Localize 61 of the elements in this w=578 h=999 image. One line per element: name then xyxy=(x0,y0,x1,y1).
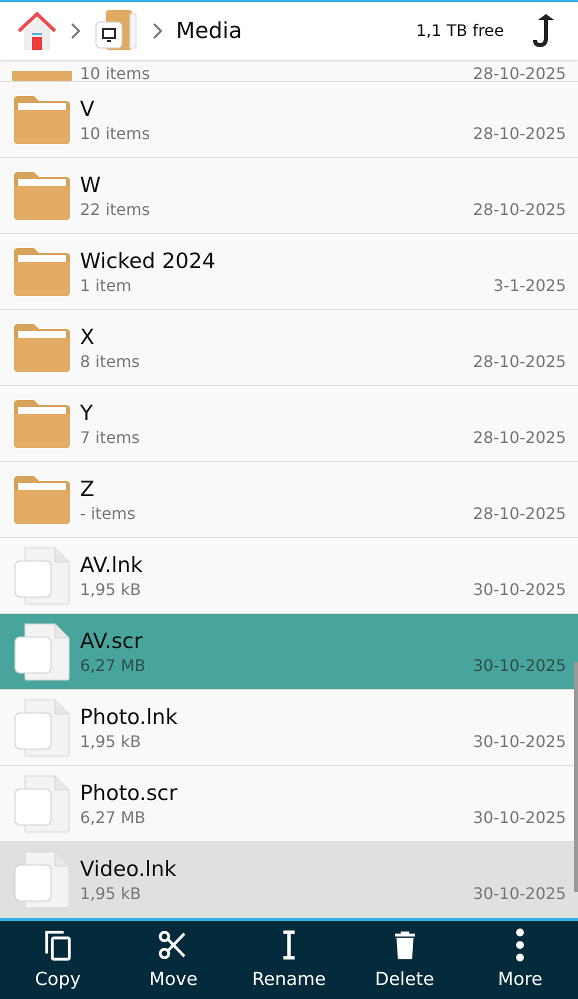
item-name: AV.scr xyxy=(80,628,144,654)
chevron-icon xyxy=(70,22,82,40)
item-detail: 6,27 MB xyxy=(80,654,146,676)
item-detail: 1,95 kB xyxy=(80,882,141,904)
item-date: 30-10-2025 xyxy=(473,806,566,828)
item-name: V xyxy=(80,96,96,122)
folder-icon xyxy=(12,71,72,81)
toolbar-button[interactable]: More xyxy=(462,921,578,999)
item-detail: 6,27 MB xyxy=(80,806,146,828)
item-name: X xyxy=(80,324,96,350)
file-icon xyxy=(13,622,71,680)
item-date: 30-10-2025 xyxy=(473,654,566,676)
folder-icon xyxy=(12,474,72,526)
toolbar-button[interactable]: Move xyxy=(116,921,232,999)
home-icon[interactable] xyxy=(16,10,58,52)
item-detail: 1 item xyxy=(80,274,132,296)
folder-icon xyxy=(12,170,72,222)
item-name: Video.lnk xyxy=(80,856,178,882)
item-detail: - items xyxy=(80,502,136,524)
folder-icon xyxy=(12,94,72,146)
item-date: 28-10-2025 xyxy=(473,502,566,524)
item-date: 28-10-2025 xyxy=(473,65,566,81)
breadcrumb-item[interactable]: Media xyxy=(176,14,242,48)
free-space-label: 1,1 TB free xyxy=(416,20,504,42)
item-name: Photo.lnk xyxy=(80,704,179,730)
item-date: 28-10-2025 xyxy=(473,350,566,372)
file-icon xyxy=(13,774,71,832)
item-detail: 8 items xyxy=(80,350,140,372)
item-name: Z xyxy=(80,476,96,502)
file-icon xyxy=(13,546,71,604)
file-list-item[interactable]: Video.lnk 1,95 kB 30-10-2025 xyxy=(0,842,578,918)
scrollbar-thumb[interactable] xyxy=(574,662,578,892)
folder-icon xyxy=(12,246,72,298)
item-detail: 1,95 kB xyxy=(80,730,141,752)
item-date: 3-1-2025 xyxy=(493,274,566,296)
item-date: 28-10-2025 xyxy=(473,122,566,144)
file-icon xyxy=(13,698,71,756)
chevron-icon xyxy=(152,22,164,40)
item-name: AV.lnk xyxy=(80,552,144,578)
item-name: Wicked 2024 xyxy=(80,248,216,274)
item-date: 30-10-2025 xyxy=(473,578,566,600)
item-name: W xyxy=(80,172,102,198)
file-list-item[interactable]: AV.scr 6,27 MB 30-10-2025 xyxy=(0,614,578,690)
item-date: 30-10-2025 xyxy=(473,882,566,904)
item-detail: 10 items xyxy=(80,65,150,81)
toolbar-button[interactable]: Delete xyxy=(346,921,462,999)
item-detail: 7 items xyxy=(80,426,140,448)
item-name: Photo.scr xyxy=(80,780,178,806)
item-detail: 10 items xyxy=(80,122,150,144)
file-icon xyxy=(13,850,71,908)
toolbar-button[interactable]: Copy xyxy=(0,921,116,999)
item-detail: 22 items xyxy=(80,198,150,220)
item-date: 28-10-2025 xyxy=(473,426,566,448)
item-detail: 1,95 kB xyxy=(80,578,141,600)
toolbar-button[interactable]: Rename xyxy=(231,921,347,999)
folder-icon xyxy=(12,398,72,450)
more-icon xyxy=(515,928,526,962)
item-date: 28-10-2025 xyxy=(473,198,566,220)
item-date: 30-10-2025 xyxy=(473,730,566,752)
item-name: Y xyxy=(80,400,94,426)
folder-icon xyxy=(12,322,72,374)
